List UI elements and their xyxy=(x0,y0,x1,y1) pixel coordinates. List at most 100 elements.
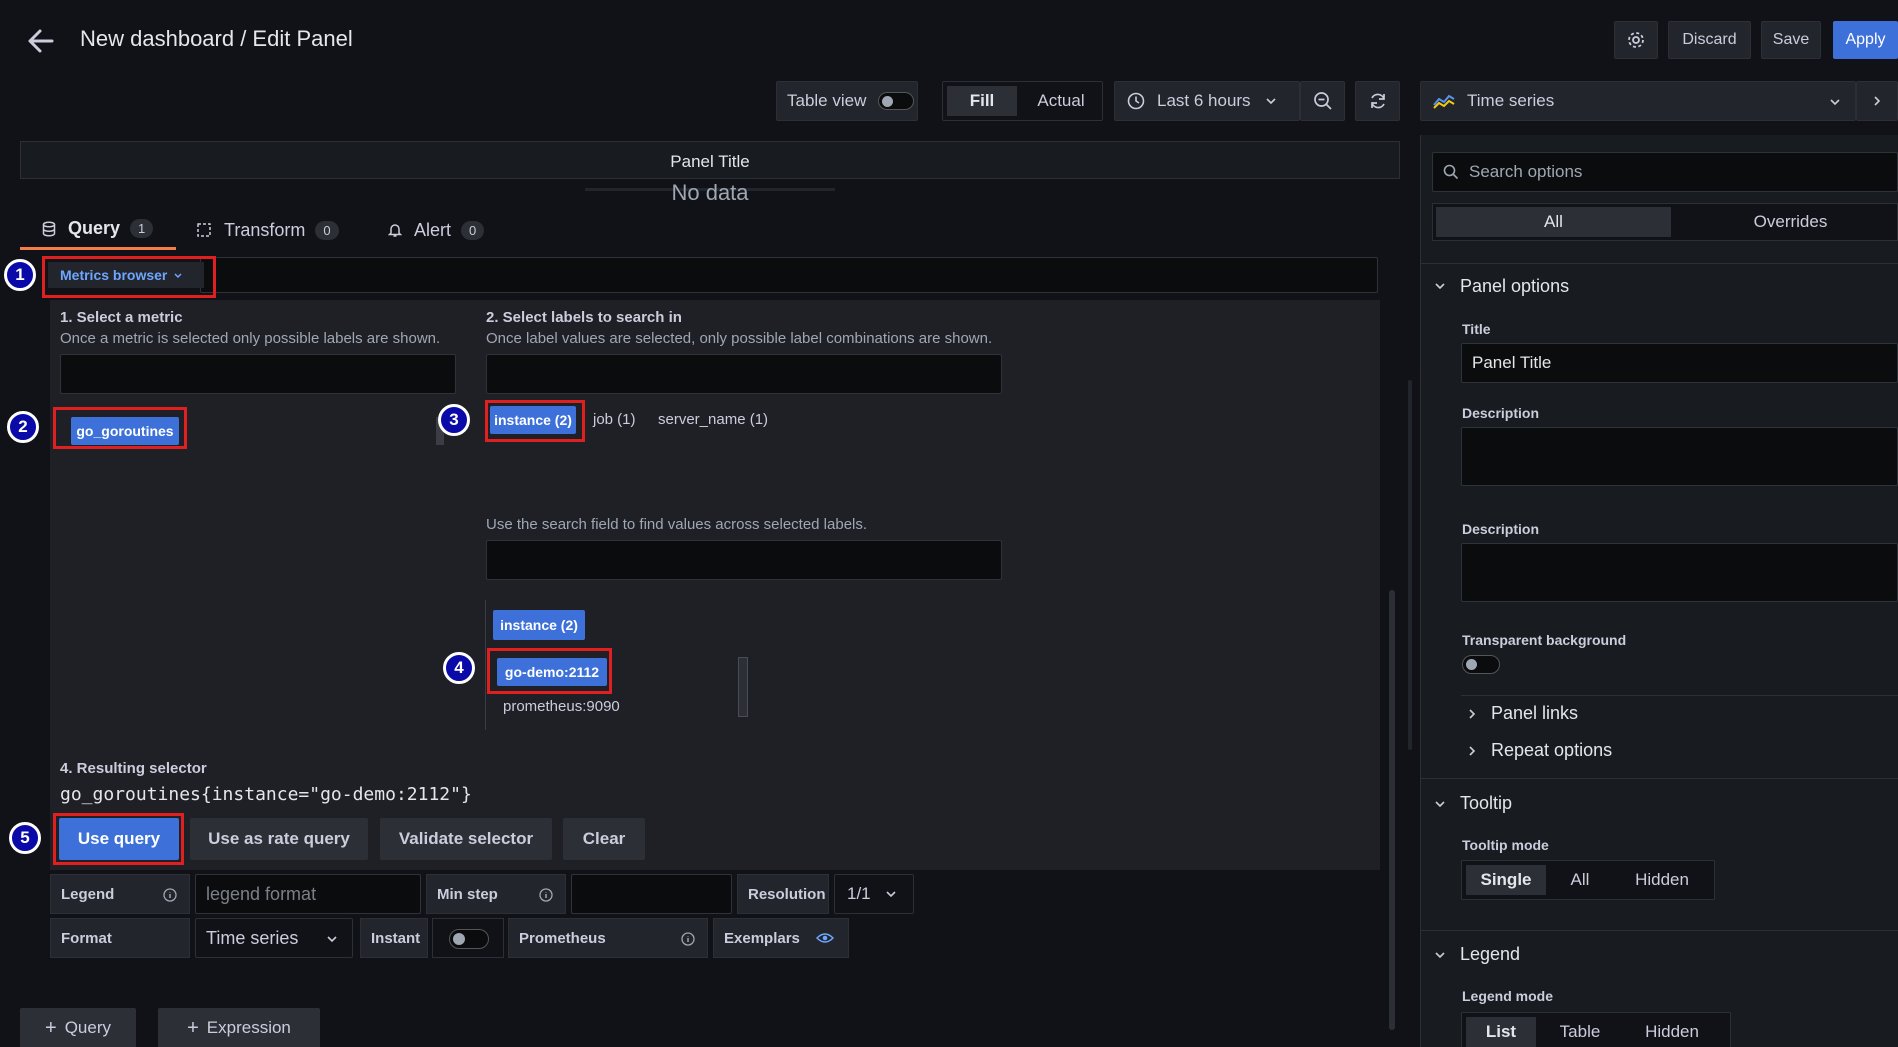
tab-transform-count: 0 xyxy=(315,220,339,240)
instant-label-cell: Instant xyxy=(360,918,428,958)
chevron-down-icon[interactable] xyxy=(1434,951,1446,959)
title-input[interactable]: Panel Title xyxy=(1461,343,1898,383)
fill-option[interactable]: Fill xyxy=(947,86,1017,116)
annotation-marker-1: 1 xyxy=(4,259,36,291)
validate-selector-button[interactable]: Validate selector xyxy=(380,818,552,860)
tooltip-title[interactable]: Tooltip xyxy=(1460,793,1512,814)
options-divider xyxy=(1420,263,1898,264)
resolution-value: 1/1 xyxy=(847,884,871,903)
description-textarea[interactable] xyxy=(1461,427,1898,486)
annotation-box-4 xyxy=(487,648,612,694)
chevron-down-icon xyxy=(1830,99,1840,106)
resolution-label-cell: Resolution xyxy=(737,874,829,914)
tooltip-mode-hidden[interactable]: Hidden xyxy=(1612,865,1712,895)
resolution-select[interactable]: 1/1 xyxy=(834,874,914,914)
chevron-right-icon[interactable] xyxy=(1468,708,1476,720)
title-input-value: Panel Title xyxy=(1472,353,1552,372)
chevron-down-icon[interactable] xyxy=(1434,800,1446,808)
step1-hint: Once a metric is selected only possible … xyxy=(60,330,441,347)
options-search-input[interactable]: Search options xyxy=(1432,152,1898,192)
refresh-icon xyxy=(1370,93,1385,109)
legend-label-cell: Legend xyxy=(50,874,190,914)
time-range-picker[interactable]: Last 6 hours xyxy=(1114,81,1300,121)
chevron-down-icon xyxy=(327,936,337,943)
step2-hint: Once label values are selected, only pos… xyxy=(486,330,993,347)
legend-mode-hidden[interactable]: Hidden xyxy=(1622,1017,1722,1047)
label-server-name[interactable]: server_name (1) xyxy=(658,411,768,428)
annotation-marker-3: 3 xyxy=(438,404,470,436)
refresh-button[interactable] xyxy=(1355,81,1400,121)
actual-option[interactable]: Actual xyxy=(1023,86,1099,116)
info-icon[interactable] xyxy=(539,888,553,902)
tab-query[interactable]: Query 1 xyxy=(20,210,176,250)
options-tab-all[interactable]: All xyxy=(1436,207,1671,237)
instant-switch[interactable] xyxy=(449,929,489,949)
legend-section-title[interactable]: Legend xyxy=(1460,944,1520,965)
value-prometheus[interactable]: prometheus:9090 xyxy=(503,698,620,715)
legend-mode-list[interactable]: List xyxy=(1466,1017,1536,1047)
tab-alert[interactable]: Alert 0 xyxy=(388,210,508,250)
info-icon[interactable] xyxy=(163,888,177,902)
clear-button[interactable]: Clear xyxy=(563,818,645,860)
label-job[interactable]: job (1) xyxy=(593,411,636,428)
annotation-marker-2: 2 xyxy=(7,411,39,443)
database-icon xyxy=(42,220,56,237)
chevron-down-icon xyxy=(1265,98,1276,105)
tooltip-mode-all[interactable]: All xyxy=(1550,865,1610,895)
no-data-text: No data xyxy=(671,180,749,205)
search-values-hint: Use the search field to find values acro… xyxy=(486,516,868,533)
transform-icon xyxy=(197,223,211,237)
info-icon[interactable] xyxy=(681,932,695,946)
title-field-label: Title xyxy=(1462,321,1491,337)
tooltip-mode-group: Single All Hidden xyxy=(1461,860,1715,900)
legend-mode-table[interactable]: Table xyxy=(1540,1017,1620,1047)
collapse-options-button[interactable] xyxy=(1856,81,1898,121)
legend-format-input[interactable]: legend format xyxy=(195,874,421,914)
zoom-out-button[interactable] xyxy=(1300,81,1345,121)
search-icon xyxy=(1443,164,1459,180)
annotation-box-5 xyxy=(53,813,184,865)
table-view-switch[interactable] xyxy=(878,92,915,110)
value-list-border xyxy=(485,600,486,730)
eye-icon[interactable] xyxy=(816,931,834,945)
tooltip-mode-single[interactable]: Single xyxy=(1466,865,1546,895)
description-field-label: Description xyxy=(1462,405,1540,421)
panel-options-title[interactable]: Panel options xyxy=(1460,276,1569,297)
chevron-down-icon[interactable] xyxy=(1434,282,1446,290)
table-view-label: Table view xyxy=(787,91,867,110)
table-view-toggle[interactable]: Table view xyxy=(776,81,918,121)
save-button[interactable]: Save xyxy=(1761,21,1821,59)
apply-button[interactable]: Apply xyxy=(1833,21,1898,59)
tab-alert-count: 0 xyxy=(461,220,485,240)
format-select[interactable]: Time series xyxy=(195,918,353,958)
description2-textarea[interactable] xyxy=(1461,543,1898,602)
options-tab-overrides[interactable]: Overrides xyxy=(1673,207,1898,237)
label-search-input[interactable] xyxy=(486,354,1002,394)
min-step-input[interactable] xyxy=(571,874,732,914)
value-list-scrollbar[interactable] xyxy=(738,657,748,717)
value-search-input[interactable] xyxy=(486,540,1002,580)
options-divider xyxy=(1461,695,1898,696)
settings-button[interactable] xyxy=(1614,21,1658,59)
min-step-label-cell: Min step xyxy=(426,874,566,914)
use-rate-query-button[interactable]: Use as rate query xyxy=(190,818,368,860)
tab-alert-label: Alert xyxy=(414,219,452,240)
add-query-button[interactable]: + Query xyxy=(20,1008,136,1047)
back-arrow-icon[interactable] xyxy=(26,28,56,54)
editor-scrollbar[interactable] xyxy=(1389,590,1395,1030)
panel-title[interactable]: Panel Title xyxy=(21,152,1399,172)
metric-search-input[interactable] xyxy=(60,354,456,394)
discard-button[interactable]: Discard xyxy=(1668,21,1751,59)
options-divider xyxy=(1420,778,1898,779)
panel-links-toggle[interactable]: Panel links xyxy=(1491,703,1578,724)
options-tabs: All Overrides xyxy=(1432,203,1898,241)
tab-transform[interactable]: Transform 0 xyxy=(196,210,356,250)
visualization-picker[interactable]: Time series xyxy=(1420,81,1856,121)
chevron-right-icon[interactable] xyxy=(1468,745,1476,757)
add-expression-button[interactable]: + Expression xyxy=(158,1008,320,1047)
repeat-options-toggle[interactable]: Repeat options xyxy=(1491,740,1612,761)
step1-title: 1. Select a metric xyxy=(60,309,183,326)
query-input[interactable] xyxy=(200,257,1378,293)
visualization-label: Time series xyxy=(1467,91,1555,110)
transparent-bg-switch[interactable] xyxy=(1462,655,1500,674)
